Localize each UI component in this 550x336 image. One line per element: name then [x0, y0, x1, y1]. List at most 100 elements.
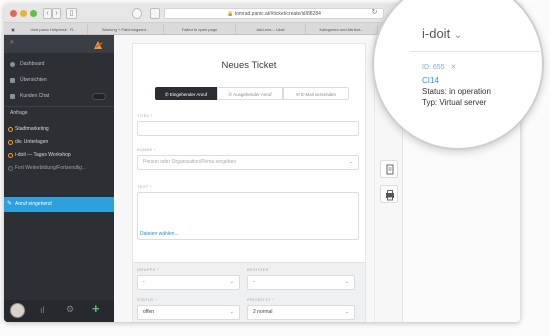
org-status-icon: [8, 127, 13, 132]
sidebar-item-customer-chat[interactable]: Kunden Chat: [4, 89, 114, 104]
customer-label: KUNDE *: [137, 147, 156, 152]
chat-icon: [10, 94, 15, 99]
overviews-icon: [10, 78, 15, 83]
avatar[interactable]: [10, 303, 25, 318]
dashboard-icon: [10, 62, 15, 67]
group-label: GRUPPE *: [137, 267, 159, 272]
gear-icon[interactable]: ⚙: [66, 304, 74, 315]
pencil-icon: ✎: [7, 201, 13, 207]
sidebar-item-label: Dashboard: [20, 61, 45, 67]
reload-icon[interactable]: ↻: [370, 8, 379, 19]
chevron-down-icon: ⌄: [229, 309, 234, 315]
status-value: offen: [143, 309, 155, 315]
object-status: Status: in operation: [422, 87, 491, 96]
segment-label: Eingehender Anruf: [169, 92, 208, 97]
printer-icon[interactable]: [380, 185, 398, 203]
chevron-down-icon: ⌄: [344, 309, 349, 315]
close-icon[interactable]: ✕: [451, 64, 457, 71]
object-id-row: ID: 655 ✕: [422, 63, 456, 71]
maximize-window-icon[interactable]: [30, 10, 37, 17]
shield-icon[interactable]: [132, 8, 142, 19]
forward-icon[interactable]: ›: [52, 8, 61, 19]
tab-outgoing-call[interactable]: ✆ Ausgehender Anruf: [217, 87, 283, 100]
browser-tab[interactable]: dont panic Helpdesk · R...: [20, 25, 88, 34]
sidebar-item-org[interactable]: Fort Weiterbildung/Fortsendlig...: [4, 162, 114, 175]
browser-tab[interactable]: Kategorien und Attribut...: [306, 25, 378, 34]
sidebar-item-label: Fort Weiterbildung/Fortsendlig...: [15, 165, 87, 171]
customer-select[interactable]: Person oder Organisation/Firma eingeben …: [137, 155, 359, 170]
browser-tab[interactable]: Add-ons – i-doit: [236, 25, 306, 34]
owner-select[interactable]: - ⌄: [247, 275, 355, 290]
text-label: TEXT *: [137, 184, 152, 189]
sidebar-item-overviews[interactable]: Übersichten: [4, 73, 114, 88]
chevron-down-icon: ⌄: [453, 30, 463, 41]
new-ticket-form: Neues Ticket ✆ Eingehender Anruf ✆ Ausge…: [132, 43, 366, 322]
search-icon: ⌕: [10, 39, 14, 46]
object-link[interactable]: CI14: [422, 76, 439, 85]
minimize-window-icon[interactable]: [20, 10, 27, 17]
add-icon[interactable]: +: [92, 301, 100, 316]
main-content: Neues Ticket ✆ Eingehender Anruf ✆ Ausge…: [114, 35, 374, 322]
sidebar-item-label: i-doit — Tages Workshop: [15, 152, 71, 158]
owner-value: -: [253, 279, 255, 285]
lock-icon: 🔒: [227, 11, 235, 17]
object-type: Typ: Virtual server: [422, 98, 487, 107]
priority-select[interactable]: 2 normal ⌄: [247, 305, 355, 320]
status-label: STATUS *: [137, 297, 158, 302]
owner-label: BESITZER: [247, 267, 269, 272]
document-icon[interactable]: [380, 160, 398, 178]
browser-tab[interactable]: Wartung + Patchungsant...: [88, 25, 164, 34]
group-select[interactable]: - ⌄: [137, 275, 240, 290]
sidebar-item-label: Kunden Chat: [20, 93, 50, 99]
title-input[interactable]: [137, 121, 359, 136]
sidebar-section-label: Anfrage: [10, 110, 28, 116]
object-id: ID: 655: [422, 64, 445, 71]
customer-placeholder: Person oder Organisation/Firma eingeben: [143, 159, 237, 165]
priority-value: 2 normal: [253, 309, 273, 315]
sidebar-footer: ıl ⚙ +: [4, 300, 114, 322]
sidebar: ⌕ Dashboard Übersichten Kunden Chat Anfr…: [4, 35, 114, 322]
page-title: Neues Ticket: [221, 60, 277, 71]
ticket-attributes-section: GRUPPE * - ⌄ BESITZER - ⌄ STATUS * offen…: [133, 262, 365, 322]
org-status-icon: [8, 166, 13, 171]
sidebar-item-label: Anruf eingehend: [15, 201, 52, 207]
segment-label: Ausgehender Anruf: [233, 92, 272, 97]
tab-overview-icon[interactable]: ▣: [8, 25, 18, 34]
idoit-panel-title[interactable]: i-doit ⌄: [422, 26, 462, 41]
sidebar-toggle-icon[interactable]: ▯: [66, 8, 77, 19]
sidebar-item-org[interactable]: i-doit — Tages Workshop: [4, 149, 114, 162]
org-status-icon: [8, 153, 13, 158]
sidebar-item-active-call[interactable]: ✎ Anruf eingehend: [4, 197, 114, 212]
back-icon[interactable]: ‹: [43, 8, 52, 19]
panel-divider: [410, 51, 540, 52]
tab-incoming-call[interactable]: ✆ Eingehender Anruf: [155, 87, 217, 100]
sidebar-item-org[interactable]: Stadtmarketing: [4, 123, 114, 136]
reader-icon[interactable]: [150, 8, 160, 19]
chevron-down-icon: ⌄: [229, 279, 234, 285]
chat-toggle[interactable]: [92, 93, 106, 100]
title-label: TITEL *: [137, 113, 153, 118]
app-logo-icon[interactable]: [92, 38, 104, 50]
sidebar-search[interactable]: ⌕: [4, 35, 114, 53]
address-bar[interactable]: 🔒 tomrad.panic.at/#ticket/create/id/8828…: [164, 8, 384, 19]
text-editor[interactable]: Dateien wählen...: [137, 192, 359, 240]
org-status-icon: [8, 140, 13, 145]
browser-tab[interactable]: Failed to open page: [164, 25, 236, 34]
url-text: tomrad.panic.at/#ticket/create/id/88284: [234, 11, 321, 17]
sidebar-item-label: div. Unterlagen: [15, 139, 49, 145]
sidebar-section-requests[interactable]: Anfrage: [4, 107, 114, 120]
tab-send-email[interactable]: ✉ E-Mail versenden: [283, 87, 349, 100]
sidebar-item-org[interactable]: div. Unterlagen: [4, 136, 114, 149]
close-window-icon[interactable]: [10, 10, 17, 17]
status-select[interactable]: offen ⌄: [137, 305, 240, 320]
stats-icon[interactable]: ıl: [40, 305, 45, 315]
panel-title-text: i-doit: [422, 26, 451, 41]
priority-label: PRIORITÄT *: [247, 297, 275, 302]
attach-files-link[interactable]: Dateien wählen...: [140, 231, 179, 237]
segment-label: E-Mail versenden: [301, 92, 337, 97]
group-value: -: [143, 279, 145, 285]
chevron-down-icon: ⌄: [348, 159, 353, 165]
sidebar-item-label: Stadtmarketing: [15, 126, 49, 132]
sidebar-item-dashboard[interactable]: Dashboard: [4, 57, 114, 72]
screenshot-frame: ‹ › ▯ 🔒 tomrad.panic.at/#ticket/create/i…: [0, 0, 550, 336]
